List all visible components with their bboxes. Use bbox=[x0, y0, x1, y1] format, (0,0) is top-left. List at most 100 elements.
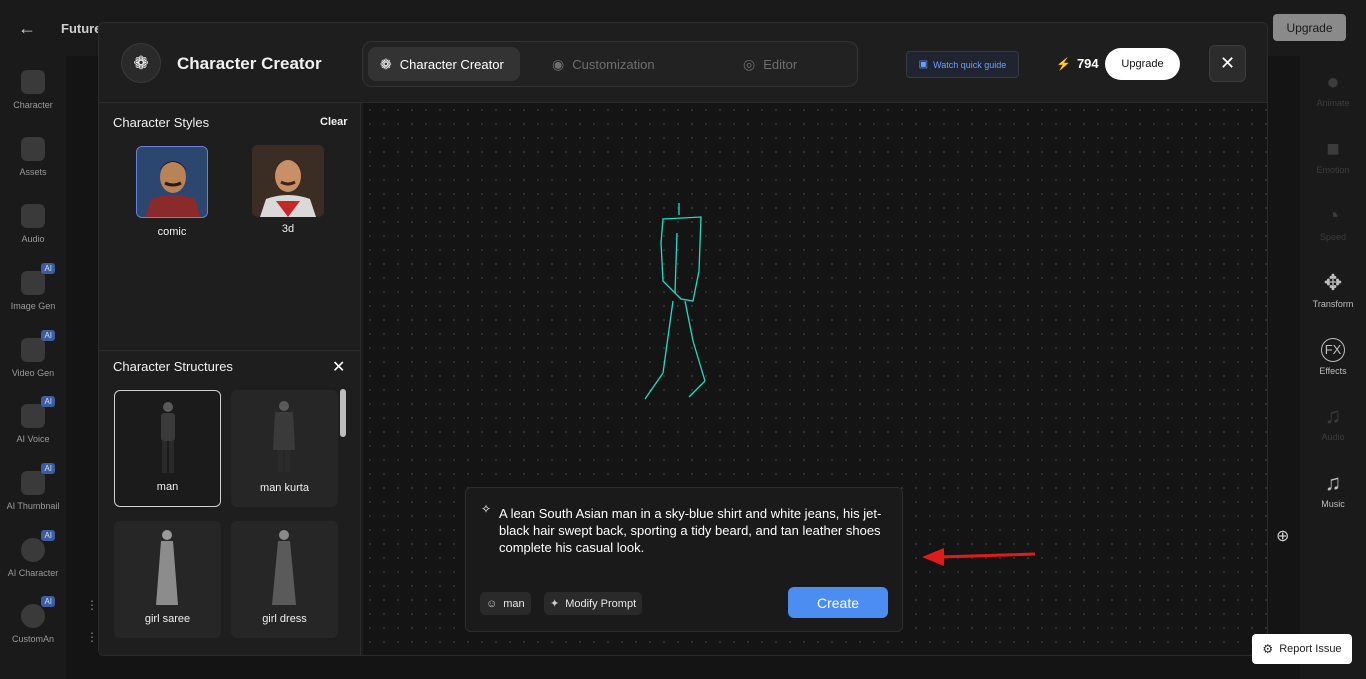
effects-icon: FX bbox=[1321, 338, 1345, 362]
nav-label: Emotion bbox=[1316, 165, 1350, 175]
zoom-in-icon[interactable]: ⊕ bbox=[1276, 526, 1289, 546]
nav-label: Effects bbox=[1319, 366, 1347, 376]
nav-item-video-gen[interactable]: AI Video Gen bbox=[0, 330, 66, 378]
style-card-comic[interactable]: comic bbox=[136, 146, 208, 238]
audio-icon: ♫ bbox=[1324, 403, 1342, 428]
chip-label: Modify Prompt bbox=[565, 597, 637, 610]
create-button[interactable]: Create bbox=[788, 587, 888, 618]
girl-dress-figure-image bbox=[272, 530, 296, 605]
ai-badge: AI bbox=[41, 596, 55, 607]
report-issue-button[interactable]: ⚙ Report Issue bbox=[1252, 634, 1352, 664]
structure-card-man[interactable]: man bbox=[114, 390, 221, 507]
running-figure-icon: ❁ bbox=[121, 43, 161, 83]
tab-bar: ❁ Character Creator ◉ Customization ◎ Ed… bbox=[362, 41, 858, 87]
tab-customization[interactable]: ◉ Customization bbox=[540, 47, 680, 81]
character-creator-modal: ❁ Character Creator ❁ Character Creator … bbox=[98, 22, 1268, 656]
close-icon[interactable]: ✕ bbox=[1209, 45, 1246, 82]
magic-wand-icon: ✦ bbox=[550, 598, 560, 610]
modify-prompt-button[interactable]: ✦ Modify Prompt bbox=[544, 592, 643, 615]
structure-label: man kurta bbox=[260, 482, 309, 494]
nav-label: Audio bbox=[21, 234, 45, 244]
structure-label: girl dress bbox=[262, 613, 307, 625]
style-card-3d[interactable]: 3d bbox=[252, 145, 324, 235]
style-label: comic bbox=[157, 226, 187, 238]
nav-item-ai-character[interactable]: AI AI Character bbox=[0, 530, 66, 578]
tab-character-creator[interactable]: ❁ Character Creator bbox=[368, 47, 520, 81]
nav-label: Character bbox=[13, 100, 53, 110]
more-dots-icon[interactable]: ⋮ bbox=[86, 598, 98, 612]
report-issue-label: Report Issue bbox=[1279, 643, 1342, 655]
nav-item-effects[interactable]: FX Effects bbox=[1300, 338, 1366, 376]
3d-portrait-image bbox=[252, 145, 324, 217]
sparkle-icon: ✧ bbox=[481, 502, 492, 516]
project-title[interactable]: Future bbox=[61, 21, 101, 36]
tab-label: Character Creator bbox=[399, 56, 504, 72]
running-figure-icon: ❁ bbox=[380, 55, 392, 72]
ai-badge: AI bbox=[41, 530, 55, 541]
watch-guide-label: Watch quick guide bbox=[933, 59, 1007, 70]
nav-item-ai-thumbnail[interactable]: AI AI Thumbnail bbox=[0, 463, 66, 511]
ai-badge: AI bbox=[41, 463, 55, 474]
structure-card-man-kurta[interactable]: man kurta bbox=[231, 390, 338, 507]
watch-quick-guide-button[interactable]: ▣ Watch quick guide bbox=[906, 51, 1019, 78]
credits-count: 794 bbox=[1076, 56, 1099, 71]
chip-label: man bbox=[503, 597, 525, 610]
nav-item-ai-voice[interactable]: AI AI Voice bbox=[0, 396, 66, 444]
bug-icon: ⚙ bbox=[1262, 642, 1274, 656]
comic-portrait-image bbox=[137, 147, 207, 217]
modal-title: Character Creator bbox=[177, 54, 322, 73]
red-arrow-annotation bbox=[922, 548, 1036, 566]
nav-item-character[interactable]: Character bbox=[0, 70, 66, 110]
tab-label: Editor bbox=[763, 56, 798, 72]
nav-label: Image Gen bbox=[10, 301, 56, 311]
palette-icon: ◉ bbox=[552, 55, 565, 72]
panel-title: Character Styles bbox=[113, 115, 210, 130]
lightning-icon: ⚡ bbox=[1056, 57, 1071, 71]
editor-icon: ◎ bbox=[743, 55, 756, 72]
nav-label: AI Thumbnail bbox=[6, 501, 60, 511]
image-gen-icon: AI bbox=[21, 263, 55, 295]
left-sidebar: Character Assets Audio AI Image Gen AI V… bbox=[0, 56, 66, 679]
tab-editor[interactable]: ◎ Editor bbox=[731, 47, 841, 81]
comic-style-thumbnail bbox=[136, 146, 208, 218]
nav-item-audio-right: ♫ Audio bbox=[1300, 403, 1366, 443]
style-label: 3d bbox=[281, 223, 295, 235]
nav-label: Music bbox=[1321, 499, 1345, 509]
nav-item-music[interactable]: ♫ Music bbox=[1300, 470, 1366, 510]
music-icon: ♫ bbox=[1324, 470, 1342, 495]
arrow-left-icon[interactable]: ← bbox=[18, 18, 36, 39]
close-icon[interactable]: ✕ bbox=[332, 357, 345, 377]
structure-chip[interactable]: ☺ man bbox=[480, 592, 531, 615]
nav-label: Audio bbox=[1321, 432, 1345, 442]
structure-label: man bbox=[156, 481, 179, 493]
ai-thumbnail-icon: AI bbox=[21, 463, 55, 495]
ai-badge: AI bbox=[41, 263, 55, 274]
ai-badge: AI bbox=[41, 330, 55, 341]
nav-item-custom-animation[interactable]: AI CustomAn bbox=[0, 596, 66, 644]
top-upgrade-button[interactable]: Upgrade bbox=[1273, 14, 1346, 41]
nav-item-image-gen[interactable]: AI Image Gen bbox=[0, 263, 66, 311]
panel-title: Character Structures bbox=[113, 359, 233, 374]
3d-style-thumbnail bbox=[252, 145, 324, 217]
clear-button[interactable]: Clear bbox=[320, 116, 348, 128]
ai-voice-icon: AI bbox=[21, 396, 55, 428]
book-icon: ▣ bbox=[918, 59, 929, 70]
prompt-text[interactable]: A lean South Asian man in a sky-blue shi… bbox=[499, 505, 891, 556]
nav-label: AI Character bbox=[7, 568, 59, 578]
upgrade-button[interactable]: Upgrade bbox=[1105, 48, 1180, 80]
more-dots-icon[interactable]: ⋮ bbox=[86, 630, 98, 644]
skeleton-pose-figure bbox=[644, 203, 706, 400]
structure-card-girl-dress[interactable]: girl dress bbox=[231, 521, 338, 638]
tab-label: Customization bbox=[572, 56, 655, 72]
man-figure-image bbox=[161, 402, 175, 473]
nav-item-transform[interactable]: ✥ Transform bbox=[1300, 271, 1366, 310]
ai-badge: AI bbox=[41, 396, 55, 407]
nav-item-audio[interactable]: Audio bbox=[0, 204, 66, 244]
nav-item-assets[interactable]: Assets bbox=[0, 137, 66, 177]
ai-character-icon: AI bbox=[21, 530, 55, 562]
structure-card-girl-saree[interactable]: girl saree bbox=[114, 521, 221, 638]
video-gen-icon: AI bbox=[21, 330, 55, 362]
structures-scrollbar[interactable] bbox=[340, 389, 346, 437]
nav-label: Speed bbox=[1319, 232, 1347, 242]
character-structures-panel: Character Structures ✕ man man kurta gir… bbox=[99, 351, 361, 655]
